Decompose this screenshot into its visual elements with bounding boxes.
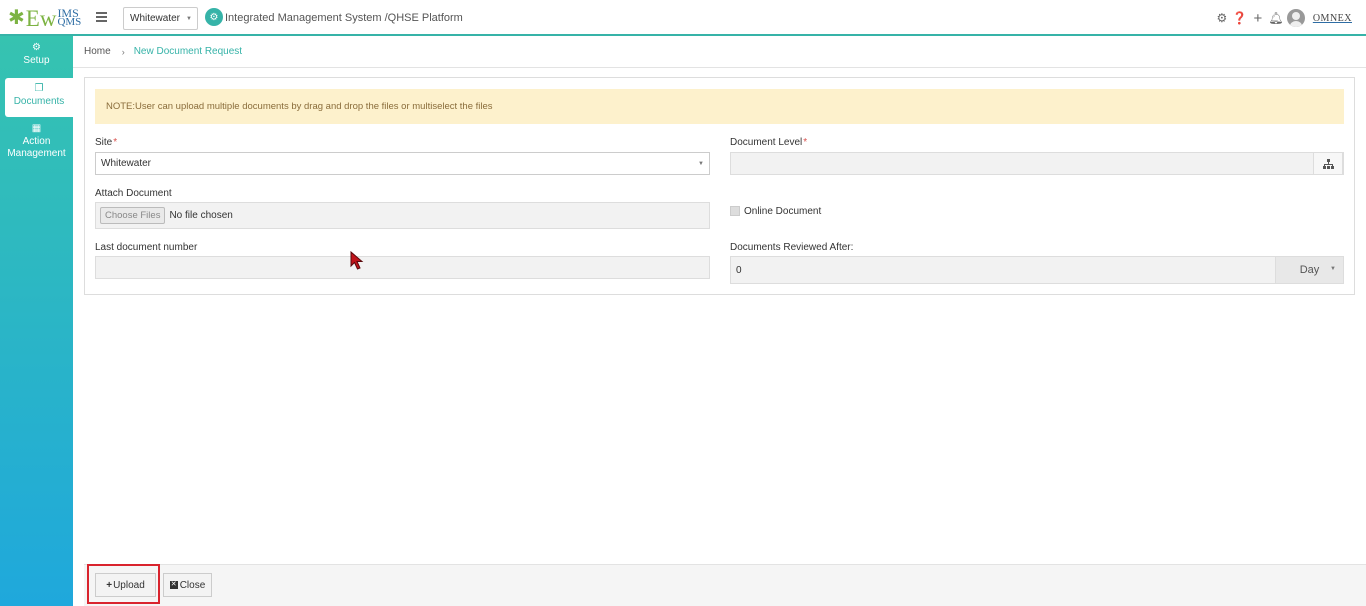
user-avatar[interactable] bbox=[1286, 9, 1305, 27]
bell-icon[interactable]: 🔔︎ bbox=[1268, 11, 1284, 25]
close-button[interactable]: ✕ Close bbox=[163, 573, 212, 597]
sidebar-item-label: Action Management bbox=[7, 136, 66, 159]
online-document-label: Online Document bbox=[744, 206, 822, 217]
document-level-field[interactable] bbox=[730, 152, 1344, 175]
upload-button[interactable]: + Upload bbox=[95, 573, 156, 597]
settings-icon[interactable]: ⚙ bbox=[1214, 11, 1230, 25]
sidebar-item-documents[interactable]: ❐ Documents bbox=[5, 78, 73, 117]
top-header: ✱ Ew IMS QMS Whitewater ▼ ⚙ Integrated M… bbox=[0, 0, 1366, 36]
chevron-right-icon: › bbox=[121, 46, 125, 57]
plus-icon[interactable]: + bbox=[1250, 10, 1266, 27]
required-marker: * bbox=[113, 137, 118, 148]
site-select[interactable]: Whitewater ▼ bbox=[95, 152, 710, 175]
documents-reviewed-value: 0 bbox=[736, 264, 742, 276]
documents-icon: ❐ bbox=[34, 83, 44, 94]
sidebar-item-label: Setup bbox=[23, 55, 50, 66]
flower-logo-icon: ✱ bbox=[8, 7, 25, 29]
plus-icon: + bbox=[106, 579, 113, 591]
logo-stack: IMS QMS bbox=[57, 7, 82, 29]
site-selector-value: Whitewater bbox=[130, 13, 181, 24]
site-label-text: Site bbox=[95, 137, 113, 148]
document-level-label-text: Document Level bbox=[730, 137, 803, 148]
logo-qms: QMS bbox=[57, 16, 82, 29]
breadcrumb-home[interactable]: Home bbox=[84, 46, 111, 57]
documents-reviewed-label: Documents Reviewed After: bbox=[730, 242, 854, 253]
header-actions: ⚙ ❓ + 🔔︎ OMNEX bbox=[1212, 6, 1352, 30]
caret-down-icon: ▼ bbox=[1330, 266, 1336, 272]
platform-gear-icon: ⚙ bbox=[205, 8, 223, 26]
gears-icon: ⚙ bbox=[32, 42, 41, 53]
menu-toggle-icon[interactable] bbox=[96, 11, 107, 23]
hierarchy-icon[interactable] bbox=[1313, 152, 1343, 175]
brand-logo: OMNEX bbox=[1312, 12, 1352, 24]
caret-down-icon: ▼ bbox=[186, 16, 192, 22]
required-marker: * bbox=[803, 137, 808, 148]
close-icon: ✕ bbox=[169, 581, 178, 589]
last-document-number-label: Last document number bbox=[95, 242, 198, 253]
caret-down-icon: ▼ bbox=[698, 161, 704, 167]
mouse-cursor-icon bbox=[350, 251, 364, 270]
sidebar-item-setup[interactable]: ⚙ Setup bbox=[0, 42, 73, 67]
document-request-panel: NOTE:User can upload multiple documents … bbox=[84, 77, 1355, 295]
sidebar: ⚙ Setup ❐ Documents ▦ Action Management bbox=[0, 36, 73, 606]
review-unit-value: Day bbox=[1299, 264, 1320, 276]
sidebar-item-label: Documents bbox=[13, 96, 65, 107]
form-footer: + Upload ✕ Close bbox=[84, 564, 1366, 606]
breadcrumb-current: New Document Request bbox=[133, 46, 243, 57]
online-document-checkbox[interactable] bbox=[730, 206, 740, 216]
document-level-label: Document Level* bbox=[730, 137, 807, 148]
site-label: Site* bbox=[95, 137, 117, 148]
ewims-logo[interactable]: ✱ Ew IMS QMS bbox=[8, 4, 81, 32]
last-document-number-field[interactable] bbox=[95, 256, 710, 279]
upload-note: NOTE:User can upload multiple documents … bbox=[95, 89, 1344, 124]
documents-reviewed-field[interactable]: 0 Day ▼ bbox=[730, 256, 1344, 284]
upload-label: Upload bbox=[113, 579, 145, 591]
logo-text: Ew bbox=[25, 5, 57, 31]
help-icon[interactable]: ❓ bbox=[1232, 11, 1248, 25]
choose-files-button[interactable]: Choose Files bbox=[100, 207, 166, 224]
no-file-chosen-text: No file chosen bbox=[169, 210, 233, 221]
platform-title: Integrated Management System /QHSE Platf… bbox=[225, 12, 463, 24]
site-select-value: Whitewater bbox=[101, 158, 152, 169]
site-selector[interactable]: Whitewater ▼ bbox=[123, 7, 198, 30]
sidebar-item-action-management[interactable]: ▦ Action Management bbox=[0, 123, 73, 160]
breadcrumb: Home › New Document Request bbox=[73, 36, 1366, 68]
close-label: Close bbox=[179, 579, 206, 591]
attach-document-label: Attach Document bbox=[95, 188, 172, 199]
attach-document-field[interactable]: Choose Files No file chosen bbox=[95, 202, 710, 229]
building-icon: ▦ bbox=[31, 123, 42, 134]
review-unit-select[interactable]: Day ▼ bbox=[1275, 257, 1343, 283]
